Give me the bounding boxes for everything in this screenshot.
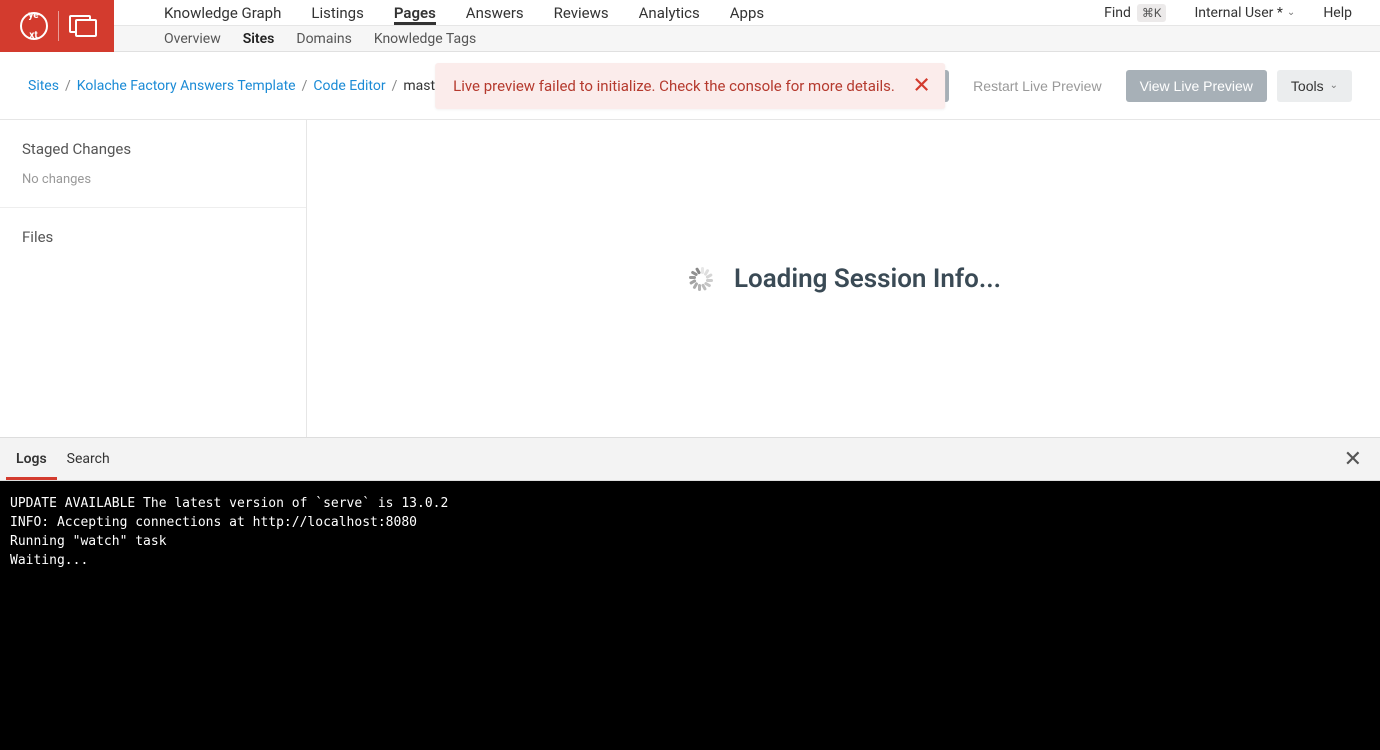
loading-indicator: Loading Session Info... <box>686 264 1001 294</box>
main-area: Staged Changes No changes Files Loading … <box>0 120 1380 437</box>
subnav-item-knowledge-tags[interactable]: Knowledge Tags <box>374 31 476 47</box>
logo-divider <box>58 11 59 41</box>
header: yext Knowledge Graph Listings Pages Answers… <box>0 0 1380 52</box>
nav-item-analytics[interactable]: Analytics <box>639 0 700 25</box>
nav-item-apps[interactable]: Apps <box>730 0 764 25</box>
chevron-down-icon: ⌄ <box>1287 7 1295 18</box>
breadcrumb-separator: / <box>302 78 308 94</box>
find-label: Find <box>1104 5 1131 21</box>
panel-tab-search[interactable]: Search <box>57 438 120 480</box>
tools-label: Tools <box>1291 78 1324 94</box>
error-toast-message: Live preview failed to initialize. Check… <box>453 77 895 95</box>
nav-right: Find ⌘K Internal User * ⌄ Help <box>1104 4 1380 22</box>
chevron-down-icon: ⌄ <box>1330 80 1338 91</box>
restart-live-preview-button[interactable]: Restart Live Preview <box>959 70 1115 102</box>
preview-pane: Loading Session Info... <box>307 120 1380 437</box>
user-label: Internal User * <box>1194 5 1282 21</box>
view-live-preview-button[interactable]: View Live Preview <box>1126 70 1267 102</box>
nav-item-reviews[interactable]: Reviews <box>554 0 609 25</box>
secondary-nav: Overview Sites Domains Knowledge Tags <box>0 26 1380 52</box>
breadcrumb-code-editor[interactable]: Code Editor <box>313 78 385 94</box>
tools-dropdown[interactable]: Tools ⌄ <box>1277 70 1352 102</box>
brand-logo[interactable]: yext <box>0 0 114 52</box>
subnav-item-domains[interactable]: Domains <box>296 31 351 47</box>
staged-changes-empty: No changes <box>22 172 284 187</box>
pages-icon <box>69 15 95 37</box>
yext-logo-icon: yext <box>20 12 48 40</box>
breadcrumb-separator: / <box>392 78 398 94</box>
breadcrumb: Sites / Kolache Factory Answers Template / C… <box>28 78 447 94</box>
subnav-item-overview[interactable]: Overview <box>164 31 221 47</box>
find-button[interactable]: Find ⌘K <box>1104 4 1166 22</box>
staged-changes-title: Staged Changes <box>22 140 284 158</box>
find-kbd: ⌘K <box>1137 4 1167 22</box>
breadcrumb-sites[interactable]: Sites <box>28 78 59 94</box>
error-toast: Live preview failed to initialize. Check… <box>435 63 945 109</box>
nav-item-answers[interactable]: Answers <box>466 0 524 25</box>
files-title: Files <box>22 228 284 246</box>
help-link[interactable]: Help <box>1323 5 1352 21</box>
close-icon[interactable]: ✕ <box>912 73 930 98</box>
loading-text: Loading Session Info... <box>734 264 1001 294</box>
close-icon[interactable]: ✕ <box>1332 447 1374 472</box>
files-section: Files <box>0 208 306 280</box>
bottom-panel-tabs: LogsSearch ✕ <box>0 437 1380 481</box>
user-menu[interactable]: Internal User * ⌄ <box>1194 5 1295 21</box>
sidebar: Staged Changes No changes Files <box>0 120 307 437</box>
toolbar-row: Sites / Kolache Factory Answers Template / C… <box>0 52 1380 120</box>
panel-tab-logs[interactable]: Logs <box>6 438 57 480</box>
primary-nav: Knowledge Graph Listings Pages Answers Revie… <box>0 0 1380 26</box>
staged-changes-section: Staged Changes No changes <box>0 120 306 208</box>
subnav-item-sites[interactable]: Sites <box>243 31 275 47</box>
nav-item-listings[interactable]: Listings <box>311 0 363 25</box>
breadcrumb-separator: / <box>65 78 71 94</box>
console-output[interactable]: UPDATE AVAILABLE The latest version of `… <box>0 481 1380 750</box>
breadcrumb-kolache-factory-answers-template[interactable]: Kolache Factory Answers Template <box>77 78 296 94</box>
spinner-icon <box>686 264 716 294</box>
nav-item-knowledge-graph[interactable]: Knowledge Graph <box>164 0 281 25</box>
nav-item-pages[interactable]: Pages <box>394 0 436 25</box>
